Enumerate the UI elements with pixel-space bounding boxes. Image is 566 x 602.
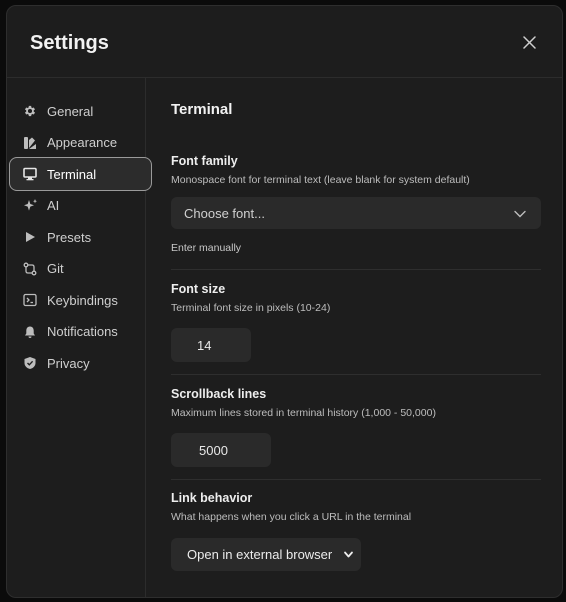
link-behavior-description: What happens when you click a URL in the… <box>171 511 412 523</box>
scrollback-input[interactable] <box>171 433 271 467</box>
gear-icon <box>22 103 38 119</box>
chevron-down-icon <box>514 210 526 218</box>
font-family-select[interactable]: Choose font... <box>171 197 541 229</box>
sidebar-item-label: Terminal <box>47 166 97 182</box>
terminal-settings-panel: Terminal Font family Monospace font for … <box>171 78 541 597</box>
sidebar-item-label: Presets <box>47 229 92 245</box>
scrollback-description: Maximum lines stored in terminal history… <box>171 407 436 419</box>
bell-icon <box>22 324 38 340</box>
sidebar-item-git[interactable]: Git <box>9 252 151 286</box>
sidebar-item-presets[interactable]: Presets <box>9 220 151 254</box>
link-behavior-select[interactable]: Open in external browser <box>171 538 361 571</box>
sidebar-item-label: Notifications <box>47 324 118 339</box>
sidebar-item-label: General <box>47 103 94 119</box>
link-behavior-value: Open in external browser <box>187 547 333 562</box>
link-behavior-label: Link behavior <box>171 491 253 505</box>
dialog-header: Settings <box>7 6 562 78</box>
font-family-placeholder: Choose font... <box>184 205 265 221</box>
enter-manually-link[interactable]: Enter manually <box>171 242 241 254</box>
settings-dialog: Settings General Appearance Terminal AI … <box>6 5 563 598</box>
play-icon <box>22 229 38 245</box>
sidebar-item-appearance[interactable]: Appearance <box>9 126 151 160</box>
sidebar-item-general[interactable]: General <box>9 94 151 128</box>
sidebar-item-label: Git <box>47 261 64 276</box>
close-button[interactable] <box>518 31 540 53</box>
sidebar-item-label: Privacy <box>47 355 90 371</box>
sidebar-item-notifications[interactable]: Notifications <box>9 315 151 349</box>
scrollback-label: Scrollback lines <box>171 387 267 401</box>
font-size-description: Terminal font size in pixels (10-24) <box>171 302 331 314</box>
dialog-title: Settings <box>30 32 109 54</box>
terminal-square-icon <box>22 292 38 308</box>
section-title: Terminal <box>171 101 233 118</box>
shield-check-icon <box>22 355 38 371</box>
sidebar-item-terminal[interactable]: Terminal <box>9 157 152 191</box>
font-family-description: Monospace font for terminal text (leave … <box>171 174 470 186</box>
font-family-label: Font family <box>171 154 238 168</box>
font-size-label: Font size <box>171 282 226 296</box>
sidebar-item-label: Keybindings <box>47 292 118 308</box>
chevron-down-icon <box>344 551 353 558</box>
sidebar-item-privacy[interactable]: Privacy <box>9 346 151 380</box>
sidebar-item-keybindings[interactable]: Keybindings <box>9 283 151 317</box>
settings-sidebar: General Appearance Terminal AI Presets G… <box>7 78 152 597</box>
git-compare-icon <box>22 261 38 277</box>
divider <box>171 269 541 270</box>
font-size-input[interactable] <box>171 328 251 362</box>
divider <box>171 479 541 480</box>
sidebar-item-label: Appearance <box>47 135 118 150</box>
sidebar-item-label: AI <box>47 198 60 213</box>
sparkles-icon <box>22 198 38 214</box>
sidebar-item-ai[interactable]: AI <box>9 189 151 223</box>
divider <box>171 374 541 375</box>
close-icon <box>522 35 536 49</box>
monitor-icon <box>22 166 38 182</box>
palette-icon <box>22 135 38 151</box>
